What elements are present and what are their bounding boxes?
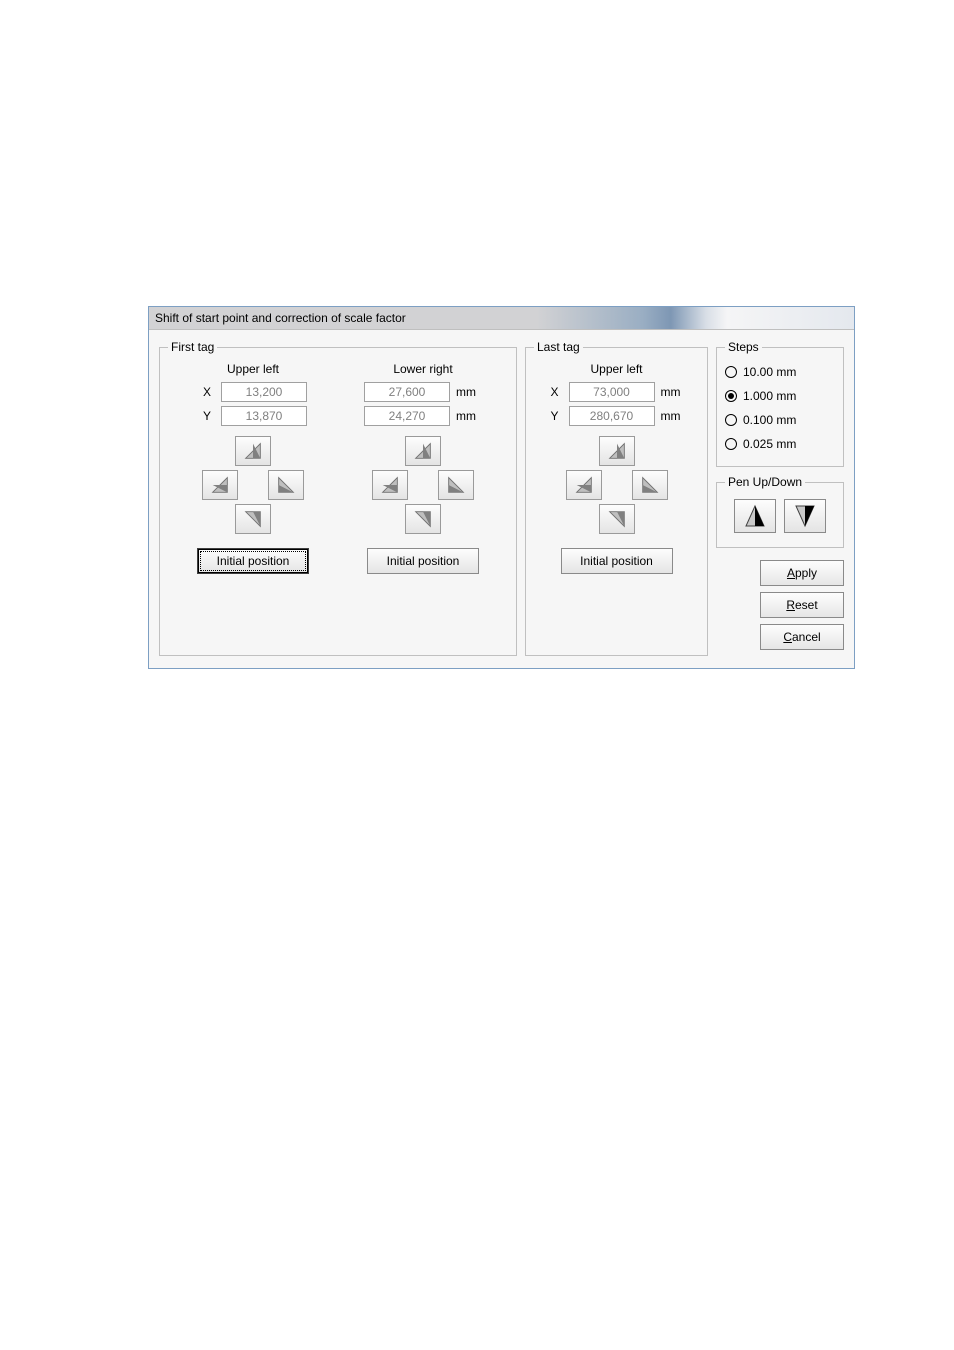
- arrow-left-button[interactable]: [372, 470, 408, 500]
- first-ul-y-input[interactable]: [221, 406, 307, 426]
- radio-icon: [725, 414, 737, 426]
- legend-last-tag: Last tag: [534, 340, 583, 354]
- first-tag-lower-right-col: Lower right mm mm: [338, 360, 508, 574]
- last-ul-initial-position-button[interactable]: Initial position: [561, 548, 673, 574]
- first-lr-y-input[interactable]: [364, 406, 450, 426]
- first-lr-initial-position-button[interactable]: Initial position: [367, 548, 479, 574]
- arrow-left-button[interactable]: [566, 470, 602, 500]
- legend-first-tag: First tag: [168, 340, 217, 354]
- arrow-left-button[interactable]: [202, 470, 238, 500]
- arrow-down-button[interactable]: [235, 504, 271, 534]
- step-label: 1.000 mm: [743, 389, 796, 403]
- group-first-tag: First tag Upper left X Y: [159, 340, 517, 656]
- arrow-up-button[interactable]: [235, 436, 271, 466]
- dialog-body: First tag Upper left X Y: [149, 329, 854, 668]
- step-option[interactable]: 0.025 mm: [725, 432, 835, 456]
- step-option[interactable]: 0.100 mm: [725, 408, 835, 432]
- last-tag-upper-left-col: Upper left X mm Y mm: [534, 360, 699, 574]
- first-tag-upper-left-col: Upper left X Y: [168, 360, 338, 574]
- legend-pen: Pen Up/Down: [725, 475, 805, 489]
- radio-icon: [725, 390, 737, 402]
- step-option[interactable]: 10.00 mm: [725, 360, 835, 384]
- unit-mm: mm: [456, 385, 482, 399]
- first-lr-x-input[interactable]: [364, 382, 450, 402]
- pen-up-button[interactable]: [734, 499, 776, 533]
- apply-button[interactable]: Apply: [760, 560, 844, 586]
- group-last-tag: Last tag Upper left X mm Y mm: [525, 340, 708, 656]
- radio-icon: [725, 366, 737, 378]
- header-lower-right: Lower right: [393, 360, 452, 378]
- arrow-right-button[interactable]: [632, 470, 668, 500]
- cancel-button[interactable]: Cancel: [760, 624, 844, 650]
- arrow-down-button[interactable]: [405, 504, 441, 534]
- reset-button[interactable]: Reset: [760, 592, 844, 618]
- unit-mm: mm: [661, 385, 687, 399]
- dialog-title: Shift of start point and correction of s…: [155, 311, 406, 325]
- first-ul-initial-position-button[interactable]: Initial position: [197, 548, 309, 574]
- legend-steps: Steps: [725, 340, 762, 354]
- group-steps: Steps 10.00 mm 1.000 mm 0.100 mm 0.025 mm: [716, 340, 844, 467]
- arrow-down-button[interactable]: [599, 504, 635, 534]
- step-label: 10.00 mm: [743, 365, 796, 379]
- label-y: Y: [199, 409, 215, 423]
- unit-mm: mm: [661, 409, 687, 423]
- label-x: X: [547, 385, 563, 399]
- right-column: Steps 10.00 mm 1.000 mm 0.100 mm 0.025 mm P…: [716, 340, 844, 656]
- dialog-shift-start-point: Shift of start point and correction of s…: [148, 306, 855, 669]
- step-label: 0.025 mm: [743, 437, 796, 451]
- pen-down-button[interactable]: [784, 499, 826, 533]
- step-label: 0.100 mm: [743, 413, 796, 427]
- last-ul-y-input[interactable]: [569, 406, 655, 426]
- arrow-up-button[interactable]: [599, 436, 635, 466]
- header-upper-left: Upper left: [590, 360, 642, 378]
- first-lr-dpad: [372, 436, 474, 534]
- arrow-right-button[interactable]: [438, 470, 474, 500]
- radio-icon: [725, 438, 737, 450]
- label-y: Y: [547, 409, 563, 423]
- last-ul-x-input[interactable]: [569, 382, 655, 402]
- arrow-right-button[interactable]: [268, 470, 304, 500]
- first-ul-x-input[interactable]: [221, 382, 307, 402]
- last-ul-dpad: [566, 436, 668, 534]
- action-buttons: Apply Reset Cancel: [716, 560, 844, 656]
- arrow-up-button[interactable]: [405, 436, 441, 466]
- header-upper-left: Upper left: [227, 360, 279, 378]
- step-option[interactable]: 1.000 mm: [725, 384, 835, 408]
- first-ul-dpad: [202, 436, 304, 534]
- group-pen-up-down: Pen Up/Down: [716, 475, 844, 548]
- label-x: X: [199, 385, 215, 399]
- unit-mm: mm: [456, 409, 482, 423]
- title-bar[interactable]: Shift of start point and correction of s…: [149, 307, 854, 329]
